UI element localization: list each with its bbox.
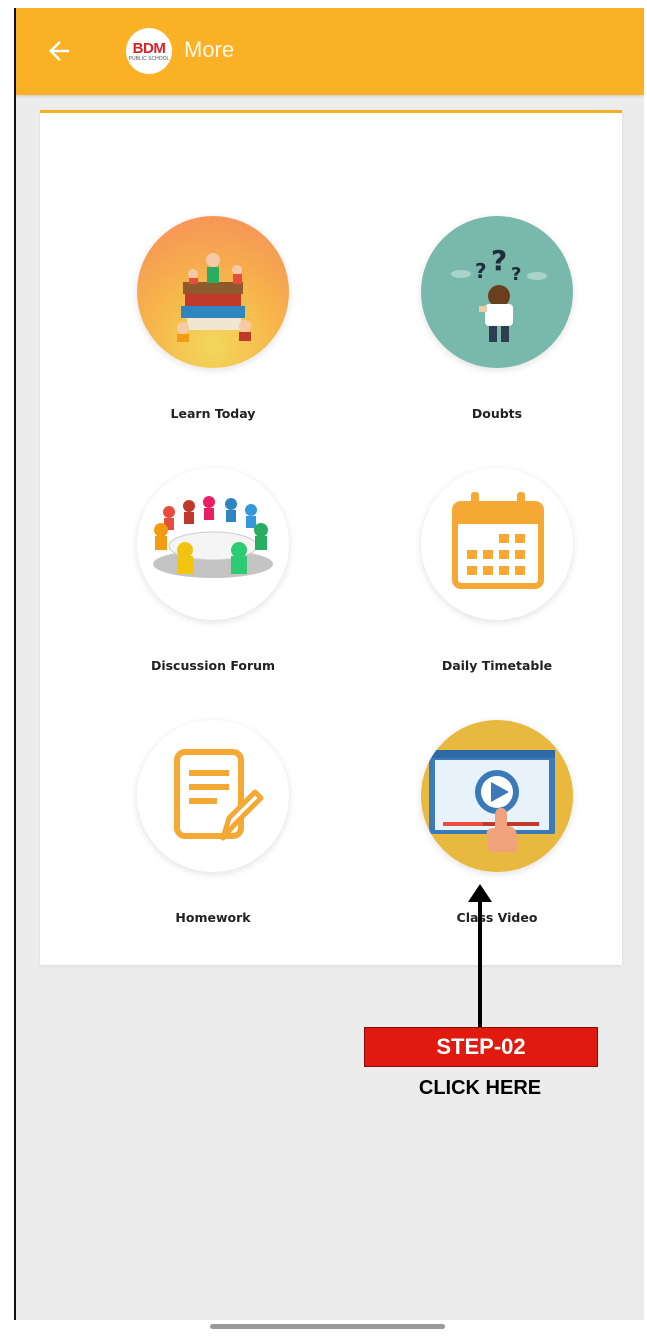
phone-screen: BDM PUBLIC SCHOOL More Learn Today ? ? ?… [14,8,644,1320]
tile-daily-timetable[interactable]: Daily Timetable [397,468,597,698]
modules-card: Learn Today ? ? ? Doubts Discussion Foru… [40,110,622,965]
video-player-icon [421,720,573,872]
pointer-arrow-icon [468,884,492,1028]
logo-subtext: PUBLIC SCHOOL [128,55,170,62]
step-label-box: STEP-02 [364,1027,598,1067]
svg-text:?: ? [511,264,521,285]
calendar-icon [421,468,573,620]
school-logo: BDM PUBLIC SCHOOL [126,28,172,74]
tile-label: Daily Timetable [441,658,553,673]
back-button[interactable] [42,34,76,68]
books-students-icon [137,216,289,368]
tile-learn-today[interactable]: Learn Today [113,216,313,446]
home-indicator[interactable] [210,1324,445,1329]
round-table-meeting-icon [137,468,289,620]
tile-discussion-forum[interactable]: Discussion Forum [113,468,313,698]
svg-text:?: ? [491,244,507,277]
app-bar: BDM PUBLIC SCHOOL More [16,8,644,95]
question-person-icon: ? ? ? [421,216,573,368]
tile-homework[interactable]: Homework [113,720,313,950]
page-title: More [184,37,235,62]
notepad-pencil-icon [137,720,289,872]
step-instruction: CLICK HERE [418,1077,542,1099]
logo-text: BDM [132,39,166,57]
arrow-left-icon [49,41,69,61]
tile-label: Homework [175,910,251,925]
tile-label: Doubts [471,406,523,421]
tile-label: Learn Today [170,406,256,421]
tile-doubts[interactable]: ? ? ? Doubts [397,216,597,446]
svg-text:?: ? [475,259,487,283]
tile-label: Discussion Forum [150,658,276,673]
